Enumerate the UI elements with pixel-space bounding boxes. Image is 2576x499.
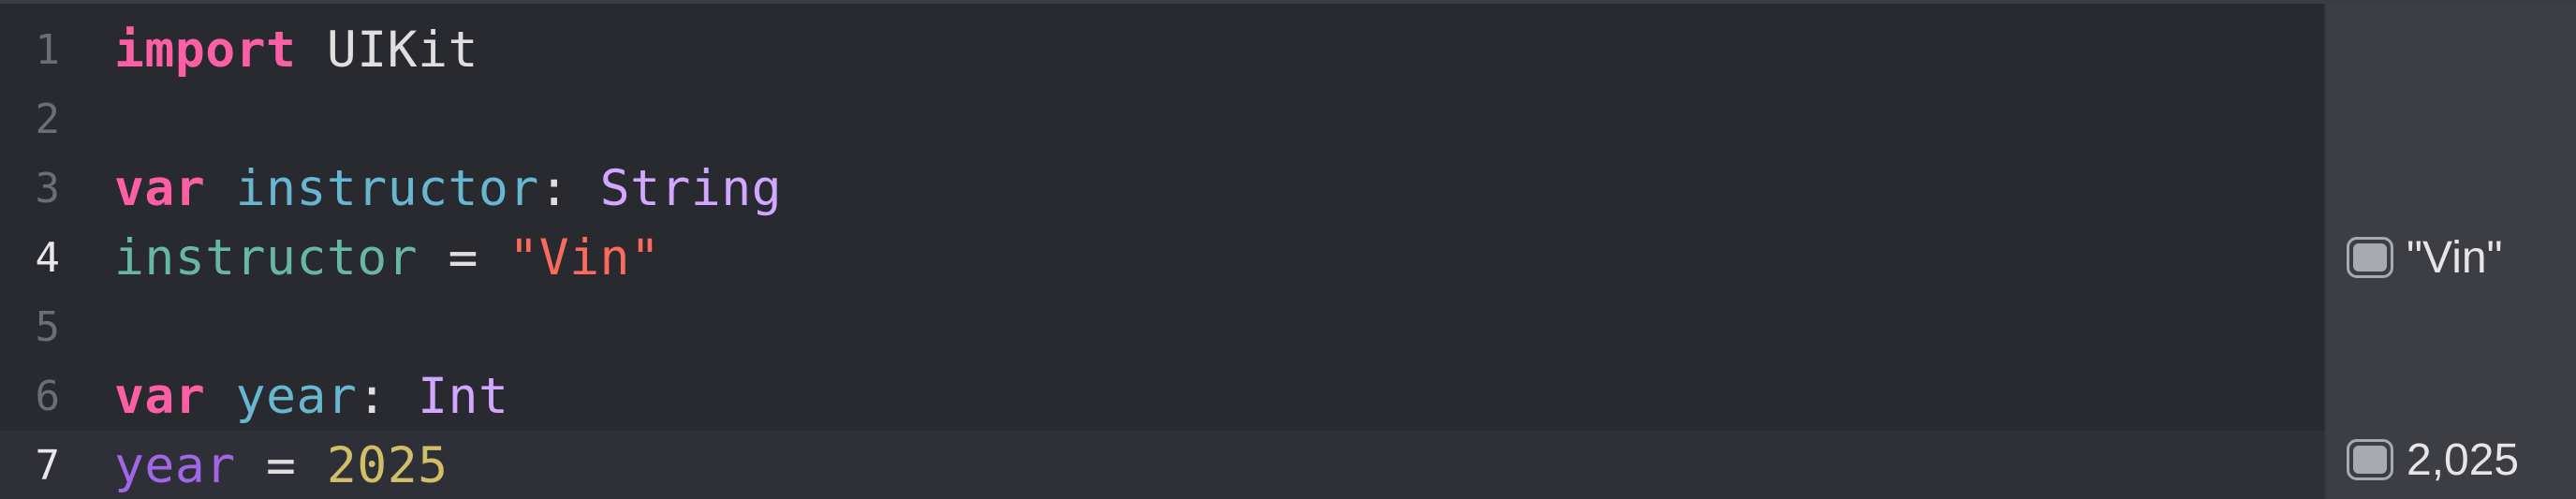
keyword-var: var: [114, 159, 206, 217]
type-name: Int: [418, 367, 509, 425]
code-text: year = 2025: [114, 437, 449, 494]
code-line-1[interactable]: 1 import UIKit: [0, 15, 2324, 84]
variable-reference: instructor: [114, 228, 419, 286]
result-line-7[interactable]: 2,025: [2347, 425, 2519, 494]
code-text: instructor = "Vin": [114, 229, 660, 286]
quick-look-icon[interactable]: [2347, 439, 2393, 480]
results-sidebar: "Vin" 2,025: [2324, 4, 2576, 499]
assignment-operator: =: [235, 436, 327, 494]
number-literal: 2025: [326, 436, 449, 494]
code-editor[interactable]: 1 import UIKit 2 3 var instructor: Strin…: [0, 4, 2324, 499]
quick-look-icon[interactable]: [2347, 237, 2393, 278]
code-line-5[interactable]: 5: [0, 292, 2324, 361]
quick-look-icon-fill: [2353, 446, 2387, 474]
line-number: 7: [35, 441, 61, 490]
result-value: 2,025: [2407, 434, 2520, 485]
variable-declaration: instructor: [235, 159, 539, 217]
quick-look-icon-fill: [2353, 243, 2387, 272]
code-line-2[interactable]: 2: [0, 84, 2324, 154]
assignment-operator: =: [418, 228, 509, 286]
variable-declaration: year: [235, 367, 358, 425]
code-line-4[interactable]: 4 instructor = "Vin": [0, 223, 2324, 292]
variable-reference: year: [114, 436, 236, 494]
line-number: 1: [35, 25, 61, 74]
code-text: var year: Int: [114, 368, 508, 425]
line-number: 4: [35, 233, 61, 282]
keyword-var: var: [114, 367, 206, 425]
code-text: var instructor: String: [114, 160, 782, 217]
colon: :: [357, 367, 419, 425]
line-number: 5: [35, 302, 61, 351]
result-value: "Vin": [2407, 232, 2503, 283]
string-literal: "Vin": [508, 228, 661, 286]
line-number: 6: [35, 372, 61, 420]
keyword-import: import: [114, 21, 297, 79]
code-line-6[interactable]: 6 var year: Int: [0, 361, 2324, 431]
line-number: 3: [35, 164, 61, 213]
code-line-7[interactable]: 7 year = 2025: [0, 431, 2324, 499]
type-name: String: [599, 159, 783, 217]
playground-window: 1 import UIKit 2 3 var instructor: Strin…: [0, 0, 2576, 499]
code-line-3[interactable]: 3 var instructor: String: [0, 154, 2324, 223]
code-text: import UIKit: [114, 22, 478, 79]
line-number: 2: [35, 95, 61, 143]
module-name: UIKit: [296, 21, 478, 79]
colon: :: [538, 159, 600, 217]
result-line-4[interactable]: "Vin": [2347, 223, 2503, 292]
